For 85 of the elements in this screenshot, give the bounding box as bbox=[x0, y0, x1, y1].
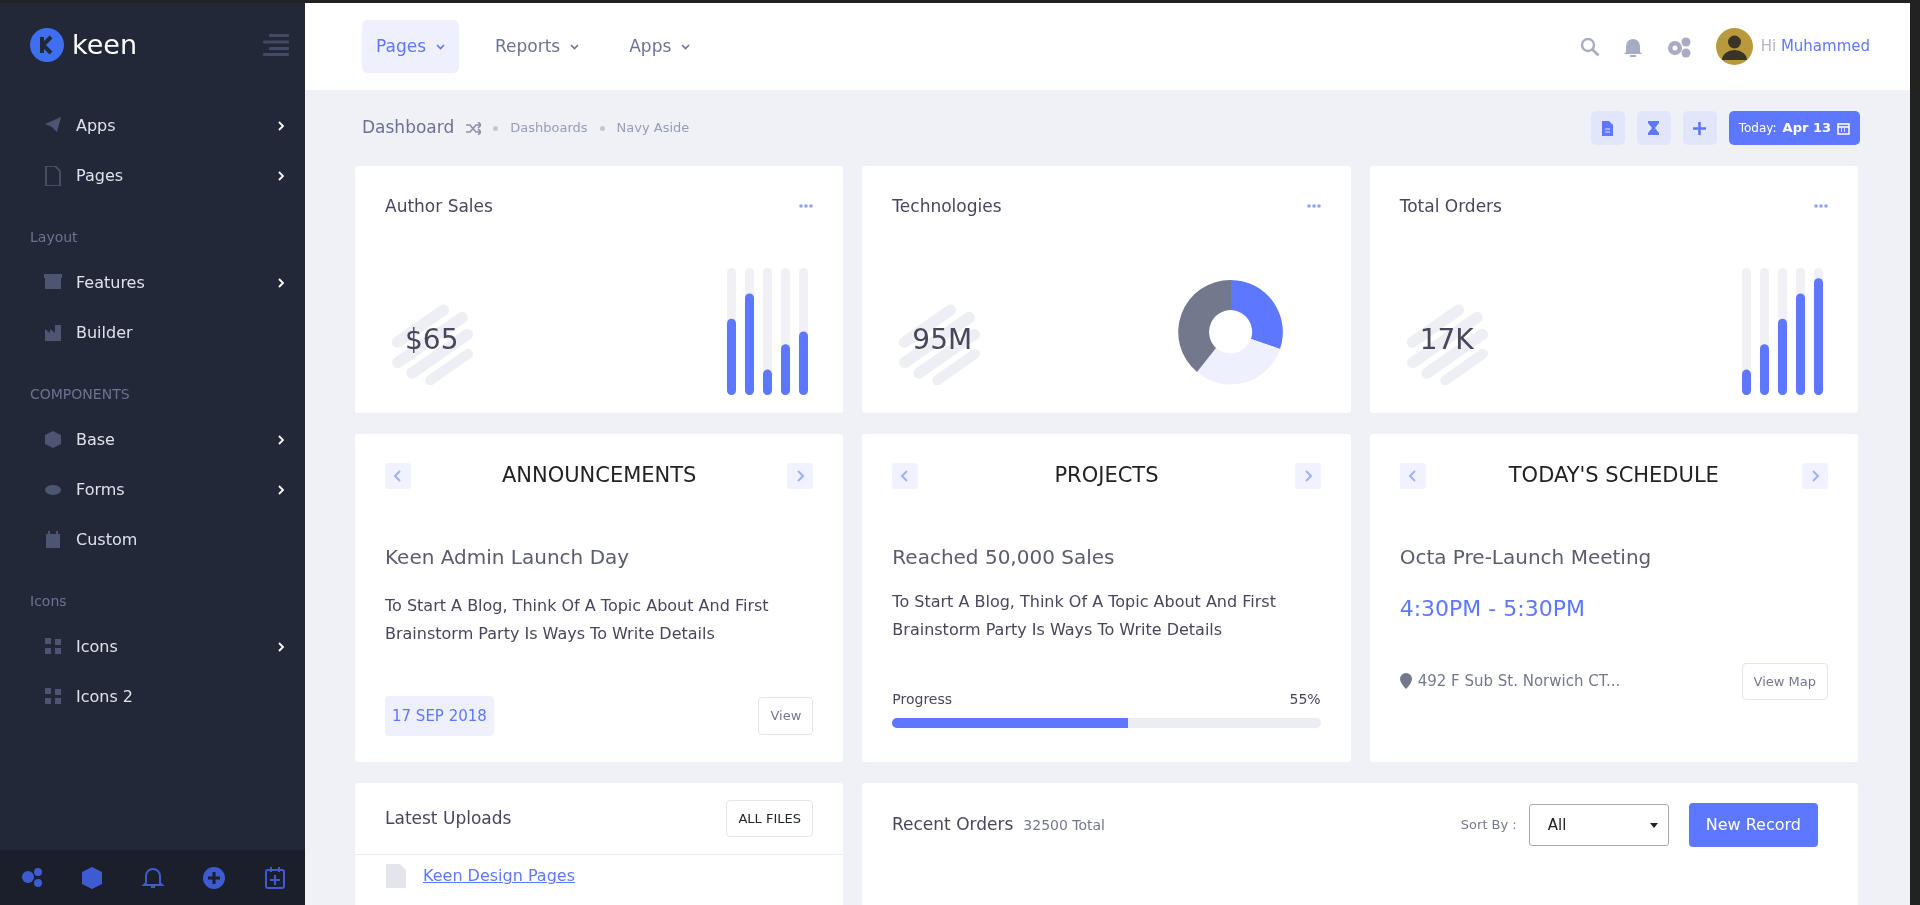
document-button[interactable] bbox=[1590, 111, 1625, 145]
user-greeting[interactable]: Hi Muhammed bbox=[1760, 35, 1870, 58]
avatar-icon[interactable] bbox=[1715, 28, 1753, 65]
caret-icon bbox=[1649, 822, 1658, 828]
more-icon[interactable] bbox=[799, 204, 814, 209]
next-icon[interactable] bbox=[1802, 462, 1828, 489]
stat-value: 95M bbox=[912, 322, 974, 358]
description: To Start A Blog, Think Of A Topic About And First Brainstorm Party Is Ways To Write Details bbox=[385, 594, 770, 645]
file-icon bbox=[385, 863, 407, 889]
card-title: PROJECTS bbox=[1053, 462, 1160, 489]
item-heading: Octa Pre-Launch Meeting bbox=[1399, 543, 1653, 571]
caret-icon bbox=[570, 43, 580, 50]
card-title: Technologies bbox=[892, 196, 1002, 217]
progress-value: 55% bbox=[1289, 690, 1321, 709]
sidebar-item[interactable]: Apps bbox=[0, 101, 305, 151]
new-record-button[interactable]: New Record bbox=[1688, 803, 1818, 847]
caret-icon bbox=[436, 43, 445, 50]
sidebar-item[interactable]: Features bbox=[0, 258, 305, 308]
location-pin-icon bbox=[1399, 673, 1412, 690]
sidebar-item[interactable]: Base bbox=[0, 415, 305, 465]
next-icon[interactable] bbox=[787, 462, 814, 489]
sidebar-item[interactable]: Icons 2 bbox=[0, 672, 305, 722]
section-heading: COMPONENTS bbox=[29, 385, 131, 404]
view-button[interactable]: View bbox=[758, 697, 814, 735]
card-title: Recent Orders bbox=[892, 813, 1014, 837]
calendar-add-icon[interactable] bbox=[262, 865, 287, 890]
add-icon bbox=[1691, 119, 1709, 137]
shuffle-icon[interactable] bbox=[466, 121, 482, 135]
factory-icon bbox=[44, 323, 62, 343]
add-button[interactable] bbox=[1682, 111, 1717, 145]
sidebar-item[interactable]: Custom bbox=[0, 515, 305, 565]
bullet-icon bbox=[599, 125, 605, 131]
brand-name: keen bbox=[72, 27, 137, 62]
description: To Start A Blog, Think Of A Topic About And First Brainstorm Party Is Ways To Write Details bbox=[892, 590, 1277, 641]
logo-icon bbox=[30, 28, 64, 62]
notification-icon[interactable] bbox=[1623, 36, 1642, 57]
sort-select[interactable]: All bbox=[1528, 804, 1669, 846]
view-map-button[interactable]: View Map bbox=[1741, 662, 1828, 700]
stat-value: $65 bbox=[405, 322, 460, 358]
item-heading: Keen Admin Launch Day bbox=[385, 543, 631, 571]
nav-tab[interactable]: Reports bbox=[481, 19, 594, 74]
caret-icon bbox=[681, 43, 691, 50]
section-heading: Icons bbox=[29, 592, 68, 611]
card-title: ANNOUNCEMENTS bbox=[500, 462, 698, 489]
cube-icon bbox=[44, 430, 62, 450]
progress-label: Progress bbox=[892, 690, 953, 709]
hourglass-button[interactable] bbox=[1636, 111, 1671, 145]
bullet-icon bbox=[493, 125, 499, 131]
stat-value: 17K bbox=[1419, 322, 1475, 358]
card-title: Total Orders bbox=[1399, 196, 1502, 217]
previous-icon[interactable] bbox=[1399, 462, 1426, 489]
card-title: TODAY'S SCHEDULE bbox=[1507, 462, 1720, 489]
sidebar-item[interactable]: Icons bbox=[0, 622, 305, 672]
card-title: Author Sales bbox=[385, 196, 493, 217]
file-link[interactable]: Keen Design Pages bbox=[423, 864, 575, 888]
more-icon[interactable] bbox=[1814, 204, 1828, 209]
card-title: Latest Uploads bbox=[385, 806, 512, 830]
calendar-icon bbox=[44, 530, 62, 550]
nav-tab[interactable]: Apps bbox=[615, 19, 705, 74]
next-icon[interactable] bbox=[1294, 462, 1321, 489]
grid-icon bbox=[44, 637, 62, 657]
date-badge: 17 SEP 2018 bbox=[385, 695, 494, 736]
grid-icon bbox=[44, 687, 62, 707]
order-total: 32500 Total bbox=[1023, 815, 1105, 835]
address: 492 F Sub St. Norwich CT... bbox=[1417, 671, 1621, 692]
sidebar-item[interactable]: Forms bbox=[0, 465, 305, 515]
page-title: Dashboard bbox=[362, 116, 455, 140]
section-heading: Layout bbox=[29, 228, 79, 247]
notification-icon[interactable] bbox=[140, 865, 165, 890]
date-button[interactable]: Today: Apr 13 bbox=[1728, 111, 1860, 145]
sidebar-item[interactable]: Builder bbox=[0, 308, 305, 358]
previous-icon[interactable] bbox=[385, 462, 411, 489]
cube-icon[interactable] bbox=[79, 865, 104, 890]
item-heading: Reached 50,000 Sales bbox=[892, 543, 1116, 571]
sidebar-item[interactable]: Pages bbox=[0, 151, 305, 201]
sort-label: Sort By : bbox=[1460, 816, 1517, 835]
search-icon[interactable] bbox=[1579, 36, 1600, 57]
file-icon bbox=[44, 166, 62, 186]
calendar-icon bbox=[1837, 122, 1850, 135]
menu-icon[interactable] bbox=[263, 34, 289, 56]
event-time: 4:30PM - 5:30PM bbox=[1399, 594, 1586, 623]
more-icon[interactable] bbox=[1306, 204, 1321, 209]
all-files-button[interactable]: ALL FILES bbox=[726, 799, 813, 838]
previous-icon[interactable] bbox=[892, 462, 919, 489]
add-icon[interactable] bbox=[201, 865, 226, 890]
